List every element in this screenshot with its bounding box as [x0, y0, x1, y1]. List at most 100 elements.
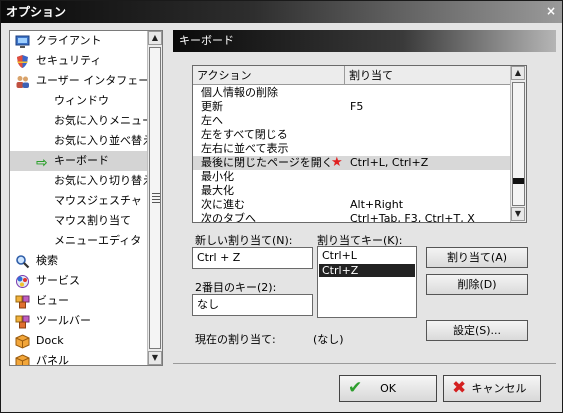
box-icon [15, 334, 30, 349]
cancel-button[interactable]: ✖ キャンセル [443, 375, 541, 402]
shortcut-row[interactable]: 左右に並べて表示 [193, 142, 510, 156]
new-assign-field[interactable]: Ctrl + Z [192, 247, 313, 269]
shortcut-row[interactable]: 次のタブへ Ctrl+Tab, F3, Ctrl+T, X [193, 212, 510, 223]
sidebar-item[interactable]: ツールバー [10, 311, 148, 331]
second-key-field[interactable]: なし [192, 294, 313, 316]
shortcut-keys: F5 [350, 100, 364, 113]
column-header-action[interactable]: アクション [193, 66, 345, 85]
title-bar: オプション × [1, 1, 562, 23]
shortcut-action: 更新 [201, 100, 223, 113]
list-scroll-thumb[interactable] [512, 82, 525, 206]
sidebar-item-label: お気に入り切り替え [54, 174, 153, 187]
shortcut-keys: Alt+Right [350, 198, 404, 211]
section-header: キーボード [173, 30, 556, 52]
window-title: オプション [6, 5, 67, 19]
scroll-down-arrow-icon[interactable]: ▼ [511, 207, 525, 221]
shortcut-keys: Ctrl+Tab, F3, Ctrl+T, X [350, 212, 475, 223]
scroll-position-marker [513, 178, 524, 184]
shortcut-action: 最大化 [201, 184, 234, 197]
sidebar-item-label: お気に入りメニュー [54, 114, 153, 127]
sidebar-item[interactable]: セキュリティ [10, 51, 148, 71]
scroll-up-arrow-icon[interactable]: ▲ [148, 31, 162, 45]
sidebar-item-label: ユーザー インタフェース [36, 74, 160, 87]
shortcut-row[interactable]: 最後に閉じたページを開く ★ Ctrl+L, Ctrl+Z [193, 156, 510, 170]
scroll-down-arrow-icon[interactable]: ▼ [148, 351, 162, 365]
assign-button[interactable]: 割り当て(A) [426, 247, 528, 268]
close-button[interactable]: × [544, 5, 558, 19]
sidebar-item-label: キーボード [54, 154, 109, 167]
new-assign-label: 新しい割り当て(N): [195, 234, 293, 247]
sidebar-item-label: サービス [36, 274, 80, 287]
shortcut-row[interactable]: 最大化 [193, 184, 510, 198]
shortcut-action: 最後に閉じたページを開く [201, 156, 333, 169]
shortcut-row[interactable]: 最小化 [193, 170, 510, 184]
sidebar-item-label: ウィンドウ [54, 94, 109, 107]
sidebar-item[interactable]: ビュー [10, 291, 148, 311]
sidebar-item-label: 検索 [36, 254, 58, 267]
sidebar-item[interactable]: Dock [10, 331, 148, 351]
sidebar-item[interactable]: サービス [10, 271, 148, 291]
users-icon [15, 74, 30, 89]
divider [173, 363, 556, 364]
sidebar-item-label: パネル [36, 354, 69, 366]
column-header-assign[interactable]: 割り当て [345, 66, 510, 85]
shortcut-row[interactable]: 次に進む Alt+Right [193, 198, 510, 212]
sidebar-item[interactable]: お気に入り切り替え [10, 171, 153, 191]
assigned-key-item[interactable]: Ctrl+L [319, 249, 415, 262]
sidebar-item-label: マウスジェスチャ [54, 194, 142, 207]
list-header: アクション 割り当て [193, 66, 510, 85]
sidebar-item-label: Dock [36, 334, 64, 347]
shield-icon [15, 54, 30, 69]
sidebar-item[interactable]: パネル [10, 351, 148, 366]
sidebar-item-label: マウス割り当て [54, 214, 131, 227]
sidebar-item-label: ツールバー [36, 314, 91, 327]
cancel-button-label: キャンセル [471, 382, 527, 395]
search-icon [15, 254, 30, 269]
ok-button-label: OK [380, 382, 396, 395]
settings-button[interactable]: 設定(S)... [426, 320, 528, 341]
options-dialog: オプション × クライアント セキュリティユーザー インタフェースウィンドウお気に… [0, 0, 563, 413]
sidebar-item[interactable]: クライアント [10, 31, 148, 51]
sidebar-item[interactable]: マウスジェスチャ [10, 191, 148, 211]
scroll-up-arrow-icon[interactable]: ▲ [511, 66, 525, 80]
shortcut-row[interactable]: 左へ [193, 114, 510, 128]
selected-arrow-icon: ⇨ [36, 155, 48, 171]
sidebar-item[interactable]: ⇨ キーボード [10, 151, 148, 171]
shortcut-row[interactable]: 左をすべて閉じる [193, 128, 510, 142]
grip-icon [152, 193, 160, 203]
assigned-key-item[interactable]: Ctrl+Z [319, 264, 415, 277]
sidebar-item[interactable]: お気に入り並べ替え [10, 131, 153, 151]
box-icon [15, 354, 30, 365]
sidebar-item-label: クライアント [36, 34, 102, 47]
sidebar-item[interactable]: お気に入りメニュー [10, 111, 153, 131]
sidebar-item-label: セキュリティ [36, 54, 102, 67]
category-tree[interactable]: クライアント セキュリティユーザー インタフェースウィンドウお気に入りメニュー お気… [9, 30, 163, 366]
delete-button[interactable]: 削除(D) [426, 274, 528, 295]
monitor-icon [15, 34, 30, 49]
list-scrollbar[interactable]: ▲ ▼ [510, 66, 526, 222]
sidebar-item-label: メニューエディタ [54, 234, 142, 247]
cubes-icon [15, 314, 30, 329]
sidebar-item[interactable]: ユーザー インタフェース [10, 71, 160, 91]
assigned-keys-list[interactable]: Ctrl+L Ctrl+Z [317, 246, 417, 318]
globe-icon [15, 274, 30, 289]
sidebar-item-label: お気に入り並べ替え [54, 134, 153, 147]
shortcut-row[interactable]: 個人情報の削除 [193, 86, 510, 100]
ok-button[interactable]: ✔ OK [339, 375, 437, 402]
shortcut-action: 左へ [201, 114, 223, 127]
shortcut-action: 個人情報の削除 [201, 86, 278, 99]
sidebar-item[interactable]: マウス割り当て [10, 211, 148, 231]
sidebar-item[interactable]: メニューエディタ [10, 231, 148, 251]
sidebar-scroll-thumb[interactable] [149, 47, 161, 349]
sidebar-scrollbar[interactable]: ▲ ▼ [147, 31, 162, 365]
shortcut-action: 次に進む [201, 198, 245, 211]
sidebar-item-label: ビュー [36, 294, 69, 307]
cubes-icon [15, 294, 30, 309]
shortcut-action: 左右に並べて表示 [201, 142, 289, 155]
shortcut-list[interactable]: アクション 割り当て 個人情報の削除 更新 F5 左へ 左をすべて閉じる 左右に並べて表示… [192, 65, 527, 223]
sidebar-item[interactable]: 検索 [10, 251, 148, 271]
sidebar-item[interactable]: ウィンドウ [10, 91, 148, 111]
shortcut-row[interactable]: 更新 F5 [193, 100, 510, 114]
second-key-label: 2番目のキー(2): [195, 281, 277, 294]
shortcut-action: 最小化 [201, 170, 234, 183]
